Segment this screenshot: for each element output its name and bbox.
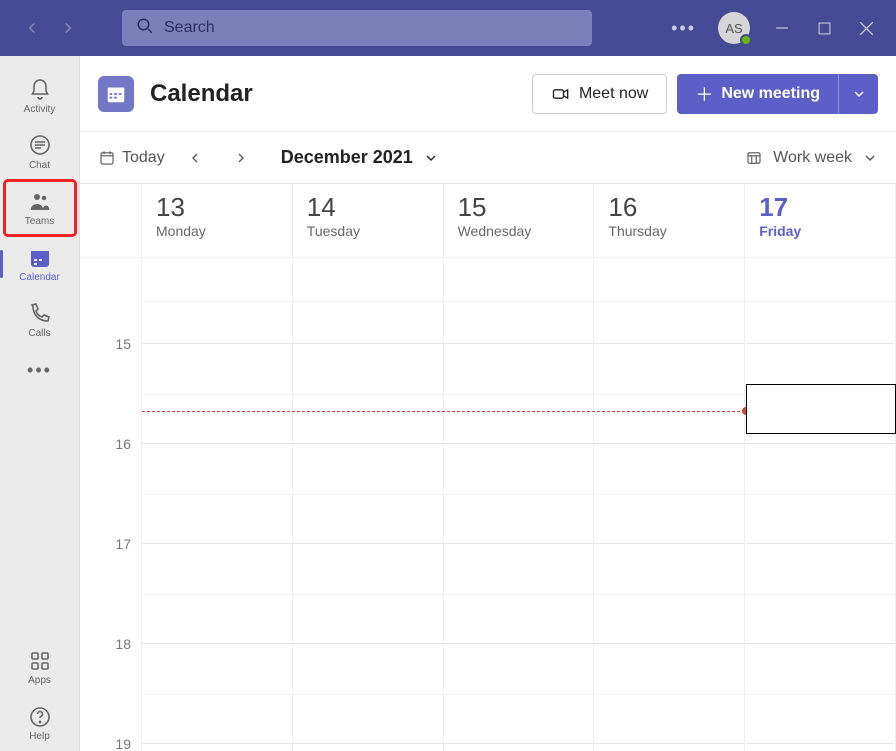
day-column-today[interactable]: 17 Friday <box>745 184 896 751</box>
rail-more[interactable]: ••• <box>4 348 76 392</box>
help-icon <box>28 705 52 729</box>
day-column[interactable]: 14 Tuesday <box>293 184 444 751</box>
chat-icon <box>28 134 52 158</box>
rail-chat[interactable]: Chat <box>4 124 76 180</box>
day-number: 13 <box>156 192 278 223</box>
view-switcher[interactable]: Work week <box>745 149 878 167</box>
rail-calendar[interactable]: Calendar <box>4 236 76 292</box>
avatar[interactable]: AS <box>718 12 750 44</box>
day-name: Wednesday <box>458 223 580 239</box>
page-title: Calendar <box>150 80 253 108</box>
chevron-down-icon <box>862 150 878 166</box>
rail-apps-label: Apps <box>28 675 51 686</box>
search-input[interactable] <box>164 19 578 37</box>
video-icon <box>551 84 571 104</box>
chevron-down-icon <box>423 150 439 166</box>
day-name: Thursday <box>608 223 730 239</box>
month-label-text: December 2021 <box>281 147 413 168</box>
day-name: Tuesday <box>307 223 429 239</box>
day-column[interactable]: 15 Wednesday <box>444 184 595 751</box>
new-meeting-label: New meeting <box>721 85 820 103</box>
bell-icon <box>28 78 52 102</box>
rail-teams-label: Teams <box>25 216 54 227</box>
rail-help-label: Help <box>29 731 50 742</box>
search-icon <box>136 17 154 40</box>
teams-icon <box>28 190 52 214</box>
search-box[interactable] <box>122 10 592 46</box>
window-close-button[interactable] <box>856 18 876 38</box>
time-label: 16 <box>115 436 131 452</box>
chevron-down-icon <box>851 86 867 102</box>
rail-chat-label: Chat <box>29 160 50 171</box>
day-name: Monday <box>156 223 278 239</box>
today-button[interactable]: Today <box>98 149 165 167</box>
selected-timeslot[interactable] <box>746 384 896 434</box>
rail-activity-label: Activity <box>24 104 56 115</box>
day-number: 17 <box>759 192 881 223</box>
day-header: 13 Monday <box>142 184 292 258</box>
time-label: 18 <box>115 636 131 652</box>
presence-available-icon <box>740 34 752 46</box>
rail-calendar-label: Calendar <box>19 272 60 283</box>
day-number: 15 <box>458 192 580 223</box>
meet-now-label: Meet now <box>579 85 648 103</box>
time-label: 19 <box>115 736 131 751</box>
rail-calls-label: Calls <box>28 328 50 339</box>
time-gutter: 15 16 17 18 19 <box>80 184 142 751</box>
rail-teams[interactable]: Teams <box>4 180 76 236</box>
history-back-button[interactable] <box>20 16 44 40</box>
day-header: 15 Wednesday <box>444 184 594 258</box>
day-number: 16 <box>608 192 730 223</box>
month-picker[interactable]: December 2021 <box>281 147 439 168</box>
window-maximize-button[interactable] <box>814 18 834 38</box>
rail-help[interactable]: Help <box>4 695 76 751</box>
view-label: Work week <box>773 149 852 167</box>
day-header: 14 Tuesday <box>293 184 443 258</box>
new-meeting-dropdown[interactable] <box>838 74 878 114</box>
meet-now-button[interactable]: Meet now <box>532 74 667 114</box>
window-minimize-button[interactable] <box>772 18 792 38</box>
app-rail: Activity Chat Teams Calendar Calls ••• A… <box>0 56 80 751</box>
calendar-badge-icon <box>98 76 134 112</box>
avatar-initials: AS <box>725 21 742 36</box>
day-column[interactable]: 16 Thursday <box>594 184 745 751</box>
day-header: 16 Thursday <box>594 184 744 258</box>
week-view-icon <box>745 149 763 167</box>
time-label: 17 <box>115 536 131 552</box>
day-number: 14 <box>307 192 429 223</box>
phone-icon <box>28 302 52 326</box>
plus-icon: ＋ <box>695 81 713 107</box>
apps-icon <box>28 649 52 673</box>
day-column[interactable]: 13 Monday <box>142 184 293 751</box>
day-name: Friday <box>759 223 881 239</box>
more-options-button[interactable]: ••• <box>671 18 696 39</box>
calendar-grid[interactable]: 15 16 17 18 19 13 Monday 14 Tuesday <box>80 184 896 751</box>
next-period-button[interactable] <box>229 146 253 170</box>
today-label: Today <box>122 149 165 167</box>
current-time-line <box>142 411 745 412</box>
day-header: 17 Friday <box>745 184 895 258</box>
history-forward-button[interactable] <box>56 16 80 40</box>
rail-calls[interactable]: Calls <box>4 292 76 348</box>
time-label: 15 <box>115 336 131 352</box>
prev-period-button[interactable] <box>183 146 207 170</box>
rail-apps[interactable]: Apps <box>4 639 76 695</box>
rail-activity[interactable]: Activity <box>4 68 76 124</box>
calendar-icon <box>28 246 52 270</box>
calendar-today-icon <box>98 149 116 167</box>
new-meeting-button[interactable]: ＋ New meeting <box>677 74 838 114</box>
